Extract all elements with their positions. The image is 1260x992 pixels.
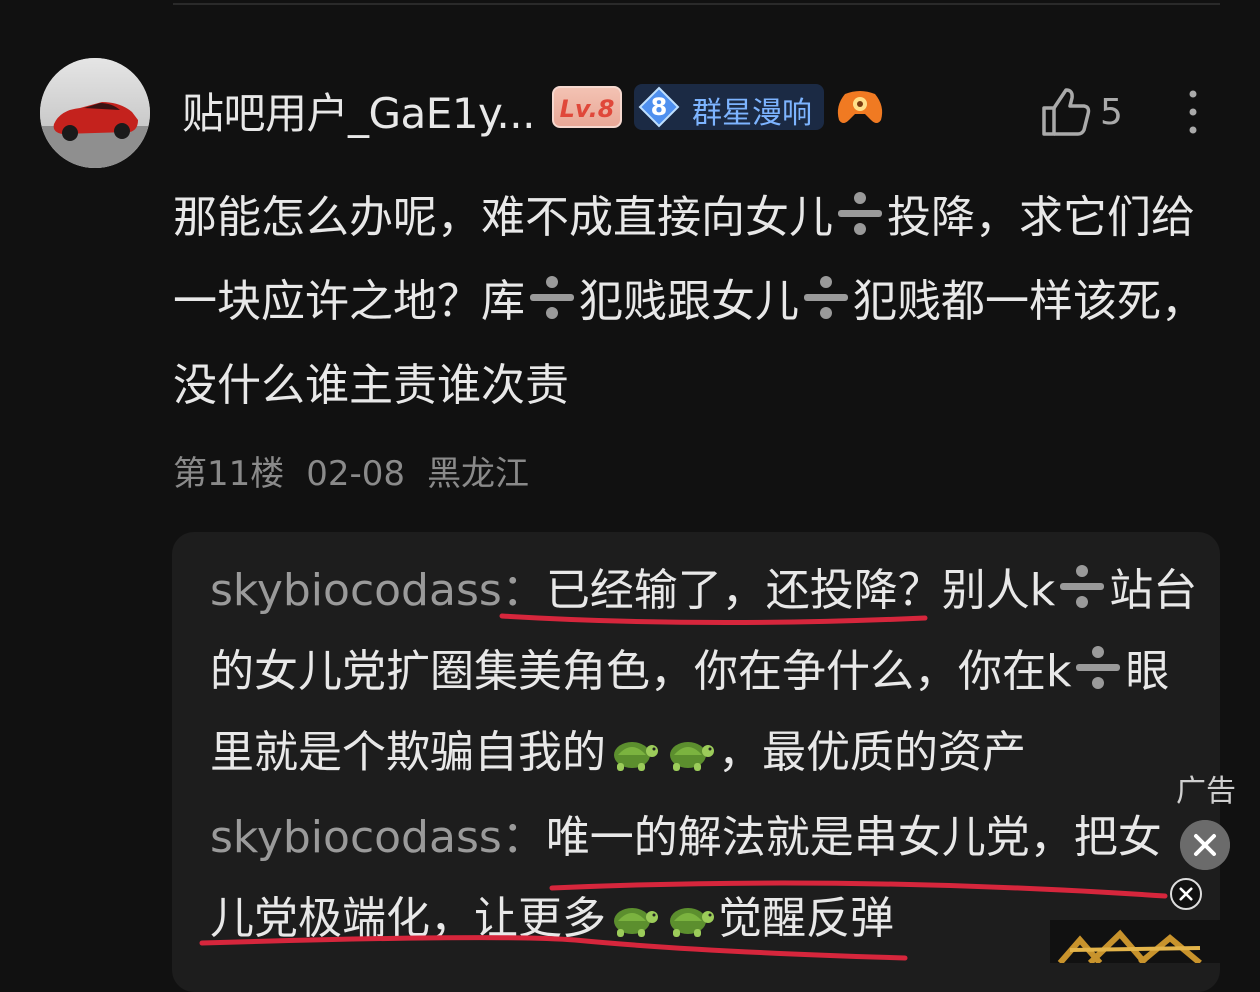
floor-number: 第11楼 [173,454,285,494]
reply-text: 觉醒反弹 [718,893,894,944]
divide-emoji [838,192,882,235]
turtle-emoji [670,742,714,771]
turtle-emoji [670,908,714,937]
post-date: 02-08 [306,454,406,494]
ad-banner-image[interactable] [1050,920,1220,963]
close-icon[interactable] [1170,878,1202,910]
level-badge: Lv.8 [552,86,622,128]
reply-text: ，最优质的资产 [718,727,1026,778]
username[interactable]: 贴吧用户_GaE1y... [182,80,535,141]
gamepad-icon [837,91,883,123]
divide-emoji [1060,565,1105,608]
post-content: 那能怎么办呢，难不成直接向女儿 投降，求它们给一块应许之地？库 犯贱跟女儿 犯贱都一样… [173,176,1233,428]
fan-badge-name: 群星漫响 [692,96,812,131]
turtle-emoji [614,908,658,937]
divide-emoji [1076,646,1121,689]
more-vertical-icon[interactable] [1184,88,1202,136]
post-content-text: 那能怎么办呢，难不成直接向女儿 [173,192,833,243]
close-icon[interactable] [1180,820,1230,870]
thumbs-up-icon[interactable] [1040,86,1092,138]
post-content-text: 犯贱跟女儿 [579,276,799,327]
divide-emoji [804,276,848,319]
post-meta: 第11楼 02-08 黑龙江 [173,446,551,495]
top-divider [173,3,1220,5]
turtle-emoji [614,742,658,771]
avatar[interactable] [40,58,150,168]
ad-label: 广告 [1176,774,1236,809]
post-location: 黑龙江 [427,454,530,494]
reply-text: 已经输了，还投降？别人k [545,565,1056,616]
fan-level-number: 8 [650,93,668,121]
divide-emoji [530,276,574,319]
like-count: 5 [1100,92,1123,133]
reply-username[interactable]: skybiocodass： [210,812,546,863]
reply-username[interactable]: skybiocodass： [210,565,546,616]
reply-item[interactable]: skybiocodass：已经输了，还投降？别人k 站台的女儿党扩圈集美角色，你在… [210,550,1200,793]
